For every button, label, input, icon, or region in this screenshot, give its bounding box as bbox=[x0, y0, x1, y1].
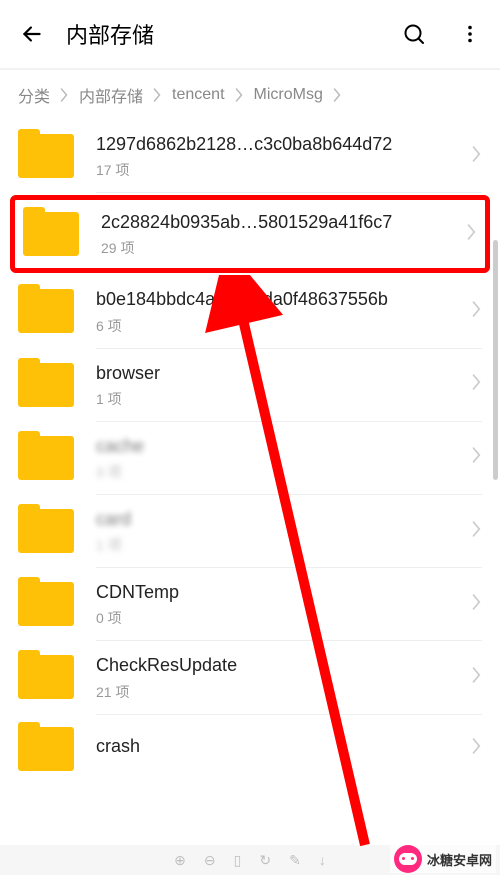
folder-icon bbox=[23, 212, 79, 256]
folder-name: browser bbox=[96, 361, 464, 386]
breadcrumb-item-3[interactable]: MicroMsg bbox=[254, 86, 323, 104]
folder-name: cache bbox=[96, 434, 464, 459]
chevron-right-icon bbox=[472, 521, 482, 542]
folder-row[interactable]: CDNTemp 0 项 bbox=[0, 568, 500, 640]
watermark: 冰糖安卓网 bbox=[390, 845, 496, 873]
folder-meta: 1 项 bbox=[96, 535, 464, 555]
breadcrumb: 分类 内部存储 tencent MicroMsg bbox=[0, 70, 500, 120]
folder-name: 1297d6862b2128…c3c0ba8b644d72 bbox=[96, 132, 464, 157]
chevron-right-icon bbox=[472, 301, 482, 322]
chevron-right-icon bbox=[472, 146, 482, 167]
folder-icon bbox=[18, 436, 74, 480]
chevron-right-icon bbox=[60, 88, 69, 102]
folder-meta: 17 项 bbox=[96, 160, 464, 180]
breadcrumb-item-1[interactable]: 内部存储 bbox=[79, 83, 143, 107]
folder-icon bbox=[18, 363, 74, 407]
chevron-right-icon bbox=[472, 374, 482, 395]
folder-name: 2c28824b0935ab…5801529a41f6c7 bbox=[101, 210, 459, 235]
folder-icon bbox=[18, 582, 74, 626]
folder-row[interactable]: cache 3 项 bbox=[0, 422, 500, 494]
chevron-right-icon bbox=[472, 447, 482, 468]
more-menu-icon[interactable] bbox=[456, 20, 484, 48]
back-button[interactable] bbox=[16, 18, 48, 50]
watermark-logo-icon bbox=[394, 845, 422, 873]
folder-name: card bbox=[96, 507, 464, 532]
header: 内部存储 bbox=[0, 0, 500, 68]
chevron-right-icon bbox=[472, 667, 482, 688]
chevron-right-icon bbox=[333, 88, 342, 102]
folder-meta: 1 项 bbox=[96, 389, 464, 409]
folder-row[interactable]: card 1 项 bbox=[0, 495, 500, 567]
folder-row[interactable]: CheckResUpdate 21 项 bbox=[0, 641, 500, 713]
folder-name: crash bbox=[96, 734, 464, 759]
folder-icon bbox=[18, 727, 74, 771]
tool-icon[interactable]: ↻ bbox=[259, 852, 271, 869]
folder-row-highlighted[interactable]: 2c28824b0935ab…5801529a41f6c7 29 项 bbox=[10, 195, 490, 273]
folder-meta: 0 项 bbox=[96, 608, 464, 628]
file-list: 1297d6862b2128…c3c0ba8b644d72 17 项 2c288… bbox=[0, 120, 500, 860]
folder-icon bbox=[18, 509, 74, 553]
folder-name: b0e184bbdc4aeff…1da0f48637556b bbox=[96, 287, 464, 312]
page-title: 内部存储 bbox=[66, 18, 400, 50]
search-icon[interactable] bbox=[400, 20, 428, 48]
folder-name: CDNTemp bbox=[96, 580, 464, 605]
folder-row[interactable]: 1297d6862b2128…c3c0ba8b644d72 17 项 bbox=[0, 120, 500, 192]
chevron-right-icon bbox=[472, 738, 482, 759]
folder-meta: 3 项 bbox=[96, 462, 464, 482]
chevron-right-icon bbox=[153, 88, 162, 102]
folder-name: CheckResUpdate bbox=[96, 653, 464, 678]
chevron-right-icon bbox=[472, 594, 482, 615]
breadcrumb-item-0[interactable]: 分类 bbox=[18, 83, 50, 107]
watermark-text: 冰糖安卓网 bbox=[427, 850, 492, 869]
chevron-right-icon bbox=[235, 88, 244, 102]
folder-meta: 6 项 bbox=[96, 316, 464, 336]
folder-row[interactable]: b0e184bbdc4aeff…1da0f48637556b 6 项 bbox=[0, 275, 500, 347]
folder-icon bbox=[18, 289, 74, 333]
tool-icon[interactable]: ▯ bbox=[234, 852, 242, 869]
folder-meta: 21 项 bbox=[96, 682, 464, 702]
tool-icon[interactable]: ✎ bbox=[289, 852, 301, 869]
tool-icon[interactable]: ⊕ bbox=[174, 852, 186, 869]
chevron-right-icon bbox=[467, 224, 477, 245]
folder-icon bbox=[18, 655, 74, 699]
breadcrumb-item-2[interactable]: tencent bbox=[172, 86, 224, 104]
folder-row[interactable]: crash bbox=[0, 715, 500, 783]
tool-icon[interactable]: ⊖ bbox=[204, 852, 216, 869]
folder-meta: 29 项 bbox=[101, 238, 459, 258]
folder-row[interactable]: browser 1 项 bbox=[0, 349, 500, 421]
tool-icon[interactable]: ↓ bbox=[319, 852, 326, 868]
folder-icon bbox=[18, 134, 74, 178]
